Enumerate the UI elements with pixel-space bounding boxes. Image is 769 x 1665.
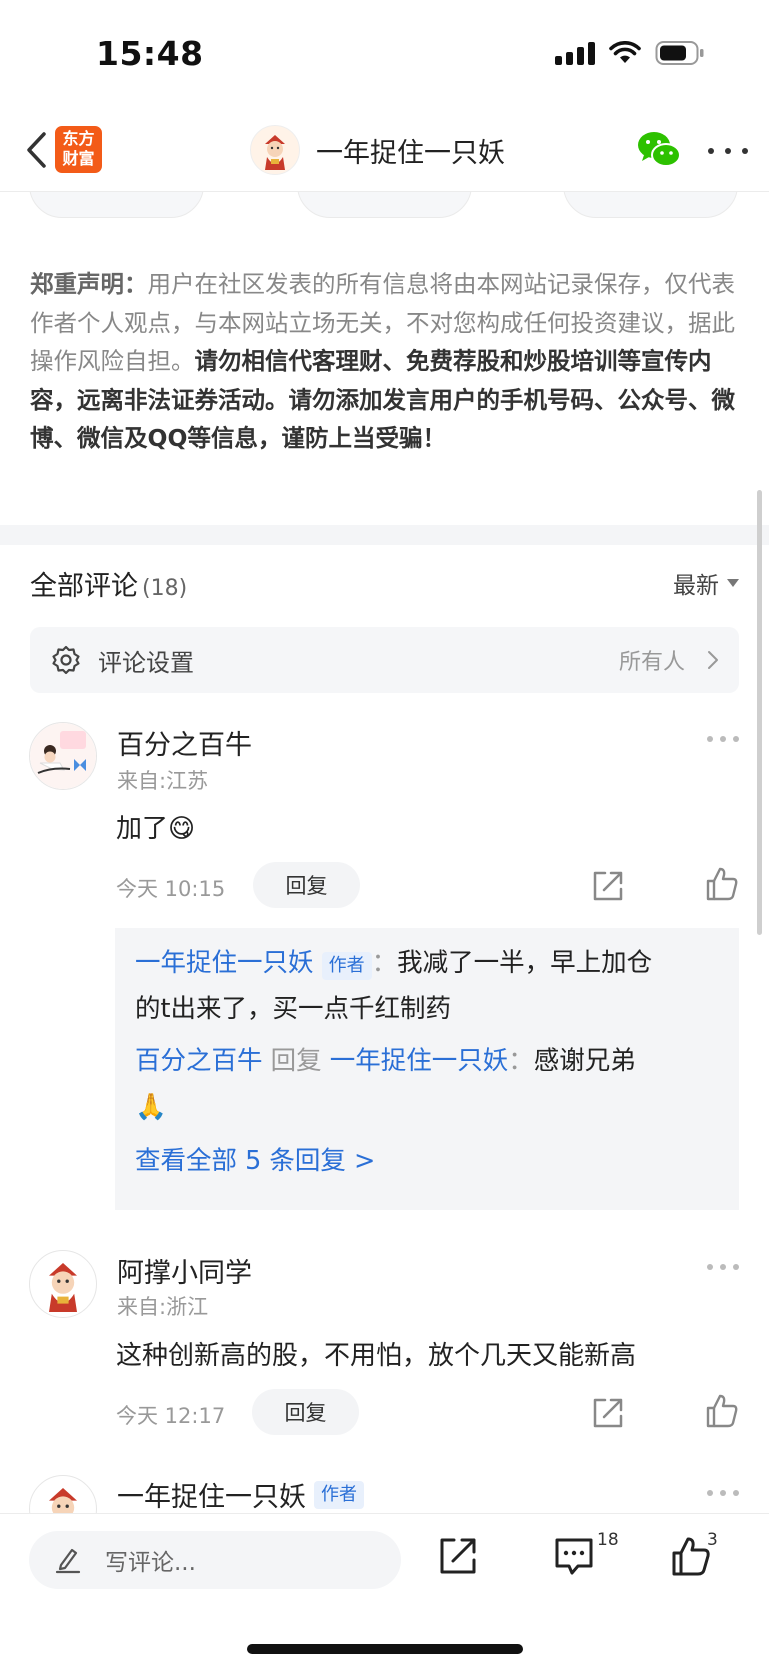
comment-location: 来自:江苏 (117, 769, 209, 793)
author-badge: 作者 (314, 1480, 364, 1509)
pencil-icon (55, 1548, 81, 1574)
nav-avatar[interactable] (250, 125, 300, 175)
reply-text: 感谢兄弟 (533, 1046, 636, 1076)
share-icon[interactable] (436, 1534, 480, 1578)
chevron-right-icon (708, 651, 718, 669)
comments-header: 全部评论 (18) 最新 (30, 562, 739, 604)
status-bar: 15:48 (0, 0, 769, 110)
comment-author[interactable]: 一年捉住一只妖 作者 (117, 1475, 364, 1514)
like-count: 3 (707, 1530, 718, 1550)
scrollbar[interactable] (757, 490, 762, 935)
wechat-icon[interactable] (636, 128, 682, 172)
thumbs-up-icon[interactable] (704, 866, 740, 902)
reply-button[interactable]: 回复 (252, 1389, 359, 1435)
section-divider (0, 525, 769, 545)
status-time: 15:48 (96, 34, 204, 73)
reply-item[interactable]: 百分之百牛 回复 一年捉住一只妖：感谢兄弟 🙏 (135, 1038, 719, 1130)
sort-dropdown[interactable]: 最新 (673, 566, 739, 600)
logo-text-top: 东方 (62, 129, 95, 148)
settings-label: 评论设置 (98, 648, 194, 677)
comments-title: 全部评论 (30, 570, 138, 602)
comment-more-icon[interactable] (707, 734, 739, 744)
reply-author[interactable]: 一年捉住一只妖 (135, 948, 314, 978)
comment-more-icon[interactable] (707, 1488, 739, 1498)
comment-author[interactable]: 阿撑小同学 (117, 1251, 252, 1290)
view-all-replies-link[interactable]: 查看全部 5 条回复 > (135, 1140, 375, 1177)
nav-user[interactable]: 一年捉住一只妖 (250, 122, 505, 178)
comment-author-name: 百分之百牛 (117, 730, 252, 761)
comment-text: 加了😋 (116, 814, 196, 844)
comment-author[interactable]: 百分之百牛 (117, 723, 252, 762)
caret-down-icon (727, 579, 739, 587)
comment-count: 18 (597, 1530, 619, 1550)
battery-icon (655, 41, 704, 65)
reply-item[interactable]: 一年捉住一只妖 作者 ：我减了一半，早上加仓 的t出来了，买一点千红制药 (135, 940, 719, 1032)
reply-target[interactable]: 一年捉住一只妖 (330, 1046, 509, 1076)
comment-author-name: 一年捉住一只妖 (117, 1482, 306, 1513)
share-icon[interactable] (590, 1395, 626, 1431)
gear-icon (52, 645, 80, 675)
reply-text-line2: 的t出来了，买一点千红制药 (135, 994, 451, 1024)
caishen-avatar-icon (49, 1263, 77, 1312)
disclaimer: 郑重声明：用户在社区发表的所有信息将由本网站记录保存，仅代表作者个人观点，与本网… (30, 265, 740, 458)
reply-action: 回复 (270, 1046, 322, 1076)
comment-input[interactable]: 写评论... (29, 1531, 401, 1589)
comment-location: 来自:浙江 (117, 1295, 209, 1319)
comment-text: 这种创新高的股，不用怕，放个几天又能新高 (116, 1341, 637, 1371)
comment-settings-row[interactable]: 评论设置 所有人 (30, 627, 739, 693)
comments-title-group: 全部评论 (18) (30, 564, 187, 603)
author-badge: 作者 (321, 952, 372, 980)
caishen-avatar-icon (265, 135, 285, 170)
reply-thread: 一年捉住一只妖 作者 ：我减了一半，早上加仓 的t出来了，买一点千红制药 百分之百… (115, 928, 739, 1210)
reply-emoji: 🙏 (135, 1092, 167, 1122)
back-button[interactable] (14, 124, 58, 176)
home-indicator (247, 1644, 523, 1654)
sort-label: 最新 (673, 573, 719, 599)
reply-user[interactable]: 百分之百牛 (135, 1046, 263, 1076)
comment-more-icon[interactable] (707, 1262, 739, 1272)
disclaimer-lead: 郑重声明： (30, 270, 148, 298)
cellular-signal-icon (555, 41, 595, 65)
thumbs-up-icon[interactable] (704, 1393, 740, 1429)
comment-author-name: 阿撑小同学 (117, 1258, 252, 1289)
status-icons (555, 40, 705, 66)
comment-avatar[interactable] (29, 722, 97, 790)
logo-text-bottom: 财富 (62, 149, 95, 168)
back-icon (27, 132, 46, 168)
reply-separator: ： (371, 948, 398, 978)
wifi-icon (609, 41, 641, 63)
settings-value-group: 所有人 (619, 644, 719, 676)
reply-separator: ： (508, 1046, 534, 1076)
nav-title: 一年捉住一只妖 (316, 137, 505, 169)
user-avatar-icon (30, 723, 96, 789)
comments-count: (18) (142, 575, 188, 601)
comment-avatar[interactable] (29, 1250, 97, 1318)
bottom-bar: 写评论... 18 3 (0, 1513, 769, 1665)
reply-text-line1: 我减了一半，早上加仓 (397, 948, 653, 978)
share-icon[interactable] (590, 868, 626, 904)
comment-time: 今天 10:15 (116, 877, 226, 901)
comment-time: 今天 12:17 (116, 1404, 226, 1428)
settings-value: 所有人 (618, 650, 685, 675)
comment-input-placeholder: 写评论... (105, 1550, 196, 1576)
more-icon[interactable] (708, 136, 748, 166)
nav-bar: 东方 财富 一年捉住一只妖 (0, 110, 769, 192)
comment-icon[interactable] (552, 1534, 596, 1578)
app-logo[interactable]: 东方 财富 (55, 126, 102, 173)
reply-button[interactable]: 回复 (253, 862, 360, 908)
